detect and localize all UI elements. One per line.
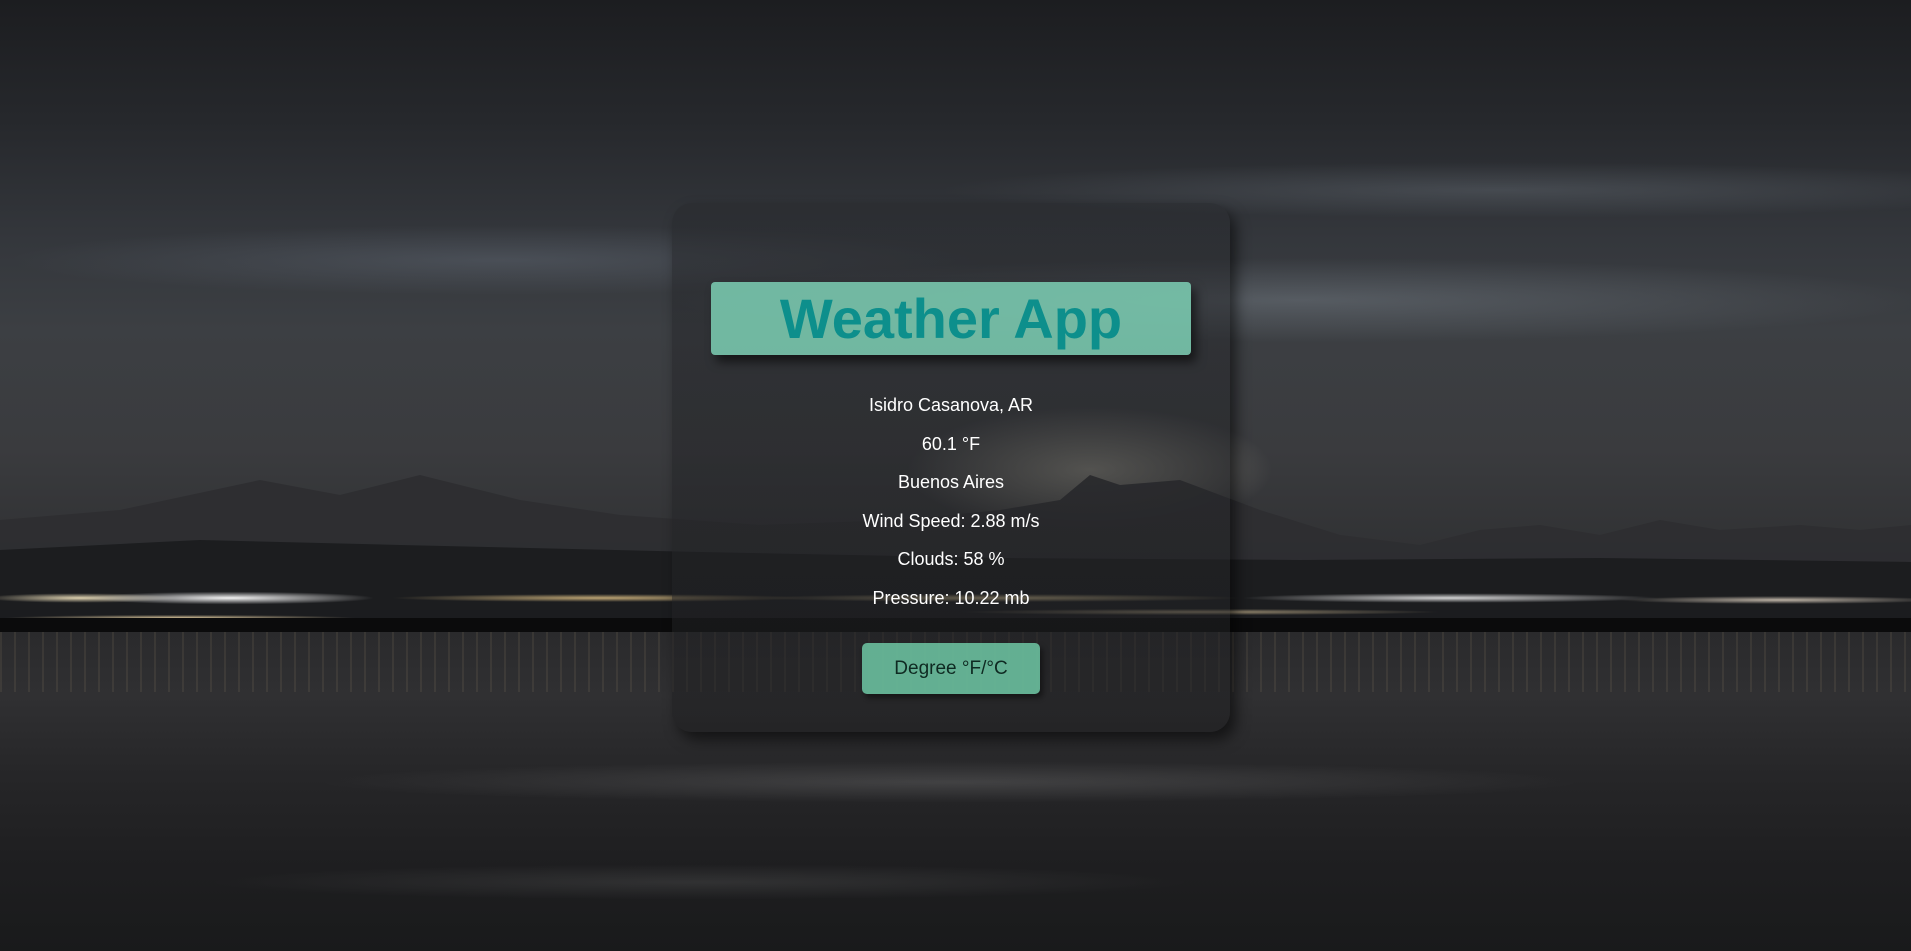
title-banner: Weather App (711, 282, 1191, 355)
weather-card: Weather App Isidro Casanova, AR 60.1 °F … (672, 203, 1230, 732)
clouds-text: Clouds: 58 % (897, 549, 1005, 569)
unit-toggle-button[interactable]: Degree °F/°C (862, 643, 1040, 694)
pressure-text: Pressure: 10.22 mb (872, 588, 1030, 608)
app-title: Weather App (779, 287, 1123, 350)
wind-speed-text: Wind Speed: 2.88 m/s (862, 511, 1040, 531)
temperature-text: 60.1 °F (921, 434, 981, 454)
location-text: Isidro Casanova, AR (868, 395, 1034, 415)
region-text: Buenos Aires (897, 472, 1005, 492)
background-scene: Weather App Isidro Casanova, AR 60.1 °F … (0, 0, 1911, 951)
